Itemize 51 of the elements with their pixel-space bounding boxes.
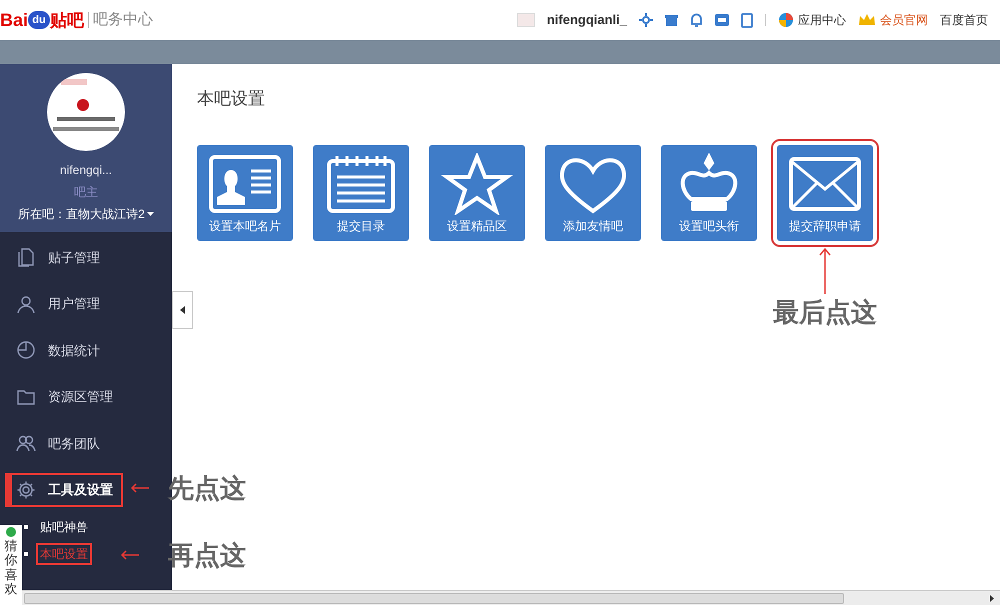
- menu-item[interactable]: 吧务团队: [7, 428, 108, 458]
- user-icon: [16, 294, 36, 314]
- user-avatar-icon: [516, 13, 535, 27]
- gift-icon[interactable]: [665, 13, 678, 27]
- arrow-icon: [130, 482, 150, 492]
- logo-text: Bai: [0, 11, 28, 29]
- bell-icon[interactable]: [690, 13, 703, 27]
- header-link[interactable]: 百度首页: [940, 11, 988, 29]
- menu-item[interactable]: 用户管理: [7, 288, 108, 319]
- settings-tile[interactable]: 设置精品区: [429, 144, 525, 240]
- header-link[interactable]: 应用中心: [778, 11, 846, 29]
- menu-item[interactable]: 贴子管理: [7, 242, 108, 272]
- collapse-icon: [180, 306, 185, 314]
- profile-name: nifengqi...: [60, 162, 112, 179]
- forum-dropdown[interactable]: 所在吧：直物大战江诗2: [18, 205, 154, 223]
- settings-tile[interactable]: 设置吧头衔: [661, 144, 757, 240]
- header-link[interactable]: 会员官网: [858, 11, 928, 29]
- recommend-tab[interactable]: 猜你喜欢: [0, 525, 22, 605]
- caret-icon: [146, 212, 154, 216]
- id-card-icon: [207, 152, 283, 214]
- pie-chart-icon: [16, 340, 36, 360]
- scrollbar-thumb[interactable]: [24, 592, 844, 604]
- settings-tile[interactable]: 添加友情吧: [545, 144, 641, 240]
- role-label: 吧主: [74, 184, 98, 201]
- team-icon: [16, 433, 36, 454]
- store-icon[interactable]: [715, 14, 729, 26]
- submenu-item[interactable]: 贴吧神兽: [38, 518, 90, 536]
- callout-label: 最后点这: [773, 298, 877, 324]
- star-icon: [439, 152, 515, 214]
- crown-icon: [858, 12, 876, 28]
- scroll-right-icon[interactable]: [990, 594, 994, 602]
- collapse-button[interactable]: [172, 291, 193, 329]
- logo-text: 贴吧: [50, 12, 84, 28]
- settings-tile[interactable]: 提交辞职申请: [777, 144, 873, 240]
- document-icon: [16, 247, 36, 268]
- section-title: 吧务中心: [93, 10, 154, 30]
- recommend-label: 猜你喜欢: [4, 539, 18, 596]
- settings-icon[interactable]: [639, 13, 653, 27]
- menu-item[interactable]: 工具及设置: [7, 474, 121, 505]
- arrow-icon: [120, 550, 140, 560]
- arrow-icon: [819, 246, 831, 294]
- menu-item[interactable]: 数据统计: [7, 335, 108, 366]
- paw-logo-icon: du: [28, 11, 50, 29]
- username-link[interactable]: nifengqianli_: [546, 10, 627, 30]
- menu-item[interactable]: 资源区管理: [7, 382, 121, 412]
- settings-tile[interactable]: 设置本吧名片: [197, 144, 293, 240]
- app-logo-icon: [778, 12, 794, 28]
- tablet-icon[interactable]: [741, 12, 753, 28]
- gear-icon: [16, 480, 36, 500]
- page-title: 本吧设置: [197, 88, 266, 110]
- settings-tile[interactable]: 提交目录: [313, 144, 409, 240]
